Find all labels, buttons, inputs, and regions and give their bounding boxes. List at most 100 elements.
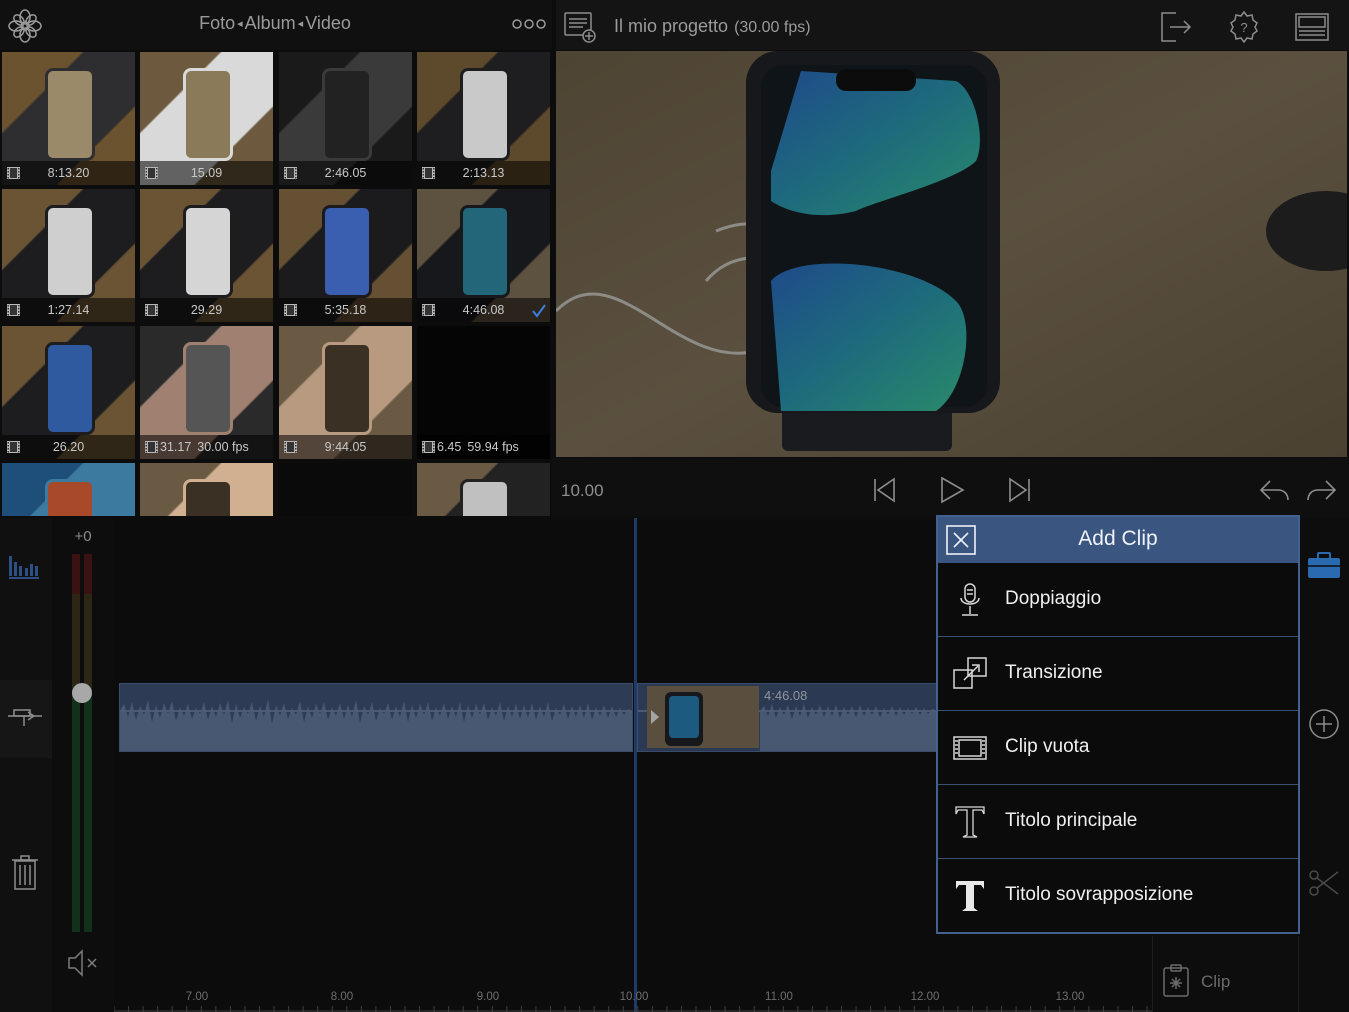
chevron-left-icon: ◂ xyxy=(237,18,243,30)
thumbnail-duration: 31.17 xyxy=(160,440,192,454)
thumbnail-device xyxy=(321,341,373,436)
ruler-label: 13.00 xyxy=(1055,991,1085,1003)
more-dots-icon[interactable] xyxy=(512,16,548,32)
media-thumbnail[interactable] xyxy=(2,463,135,516)
thumbnail-image xyxy=(279,463,412,516)
audio-track-clip[interactable] xyxy=(119,683,633,752)
thumbnail-duration: 2:46.05 xyxy=(324,166,367,180)
video-preview[interactable] xyxy=(556,51,1347,457)
menu-item-titolo-sovrapposizione[interactable]: Titolo sovrapposizione xyxy=(938,859,1298,933)
tab-album[interactable]: Album xyxy=(245,13,296,34)
trash-icon[interactable] xyxy=(10,855,40,891)
thumbnail-device xyxy=(44,478,96,516)
thumbnail-caption: 31.17 30.00 fps xyxy=(140,435,273,459)
thumbnail-duration: 29.29 xyxy=(190,303,223,317)
tab-foto[interactable]: Foto xyxy=(199,13,235,34)
clipboard-icon xyxy=(1162,964,1192,998)
thumbnail-device xyxy=(459,204,511,299)
thumbnail-device xyxy=(182,478,234,516)
right-tool-column xyxy=(1300,518,1349,1012)
thumbnail-duration: 2:13.13 xyxy=(462,166,505,180)
media-thumbnail[interactable]: 31.17 30.00 fps xyxy=(140,326,273,459)
timecode: 10.00 xyxy=(561,481,604,500)
thumbnail-caption: 15.09 xyxy=(140,161,273,185)
ruler-label: 12.00 xyxy=(910,991,940,1003)
thumbnail-fps: 30.00 fps xyxy=(197,440,249,454)
media-thumbnail[interactable]: 15.09 xyxy=(140,52,273,185)
media-thumbnail[interactable]: 2:13.13 xyxy=(417,52,550,185)
thumbnail-device xyxy=(182,341,234,436)
thumbnail-device xyxy=(182,204,234,299)
thumbnail-caption: 6.45 59.94 fps xyxy=(417,435,550,459)
menu-item-label: Titolo principale xyxy=(1005,810,1138,831)
media-thumbnail[interactable]: 8:13.20 xyxy=(2,52,135,185)
project-title[interactable]: Il mio progetto (30.00 fps) xyxy=(614,16,811,37)
thumbnail-meta: 6.45 59.94 fps xyxy=(437,435,550,459)
add-clip-icon[interactable] xyxy=(1308,708,1340,740)
thumbnail-device xyxy=(459,67,511,162)
undo-icon[interactable] xyxy=(1258,476,1290,504)
settings-help-icon[interactable]: ? xyxy=(1226,9,1262,45)
media-thumbnail[interactable]: 26.20 xyxy=(2,326,135,459)
thumbnail-device xyxy=(321,204,373,299)
layout-icon[interactable] xyxy=(1294,9,1330,45)
project-name: Il mio progetto xyxy=(614,16,729,36)
menu-item-label: Doppiaggio xyxy=(1005,588,1102,609)
media-thumbnail[interactable] xyxy=(279,463,412,516)
transition-icon xyxy=(952,656,988,692)
toolbox-icon[interactable] xyxy=(1307,552,1341,580)
media-thumbnail[interactable]: 4:46.08 xyxy=(417,189,550,322)
thumbnail-device xyxy=(44,67,96,162)
thumbnail-duration: 5:35.18 xyxy=(324,303,367,317)
media-thumbnail[interactable]: 29.29 xyxy=(140,189,273,322)
volume-label: +0 xyxy=(74,528,92,545)
menu-item-label: Clip vuota xyxy=(1005,736,1090,757)
thumbnail-duration: 1:27.14 xyxy=(47,303,90,317)
svg-text:?: ? xyxy=(1240,20,1247,35)
skip-back-icon[interactable] xyxy=(870,476,898,504)
track-split-icon[interactable] xyxy=(6,702,44,730)
scissors-icon[interactable] xyxy=(1308,868,1340,898)
skip-forward-icon[interactable] xyxy=(1006,476,1034,504)
menu-item-titolo-principale[interactable]: Titolo principale xyxy=(938,785,1298,859)
thumbnail-image xyxy=(417,463,550,516)
media-grid: 8:13.20 15.09 2:46.05 2:13.13 1:27.14 29.29 5:… xyxy=(0,50,552,516)
ruler-label: 10.00 xyxy=(619,991,649,1003)
library-tabs: Foto ◂ Album ◂ Video xyxy=(140,13,410,34)
menu-item-doppiaggio[interactable]: Doppiaggio xyxy=(938,563,1298,637)
thumbnail-caption: 26.20 xyxy=(2,435,135,459)
thumbnail-fps: 59.94 fps xyxy=(467,440,519,454)
tab-video[interactable]: Video xyxy=(305,13,351,34)
redo-icon[interactable] xyxy=(1306,476,1338,504)
menu-item-clip-vuota[interactable]: Clip vuota xyxy=(938,711,1298,785)
playhead[interactable] xyxy=(634,518,637,1012)
thumbnail-duration: 15.09 xyxy=(190,166,223,180)
media-thumbnail[interactable]: 1:27.14 xyxy=(2,189,135,322)
media-thumbnail[interactable] xyxy=(140,463,273,516)
audio-levels-icon[interactable] xyxy=(8,552,42,580)
media-thumbnail[interactable]: 9:44.05 xyxy=(279,326,412,459)
flower-logo-icon[interactable] xyxy=(8,9,42,43)
title-bold-icon xyxy=(952,878,988,914)
volume-slider[interactable] xyxy=(72,554,94,932)
media-thumbnail[interactable]: 6.45 59.94 fps xyxy=(417,326,550,459)
time-ruler[interactable]: 7.00 8.00 9.00 10.00 11.00 12.00 13.00 xyxy=(114,985,1154,1012)
clip-label: Clip xyxy=(1201,972,1231,991)
media-thumbnail[interactable]: 2:46.05 xyxy=(279,52,412,185)
close-icon[interactable] xyxy=(946,525,976,555)
media-thumbnail[interactable] xyxy=(417,463,550,516)
chevron-left-icon: ◂ xyxy=(297,18,304,30)
thumbnail-image xyxy=(140,463,273,516)
media-thumbnail[interactable]: 5:35.18 xyxy=(279,189,412,322)
project-list-icon[interactable] xyxy=(563,10,597,44)
mute-icon[interactable] xyxy=(66,948,100,978)
menu-item-transizione[interactable]: Transizione xyxy=(938,637,1298,711)
play-icon[interactable] xyxy=(938,476,966,504)
clip-duration: 4:46.08 xyxy=(764,688,808,703)
title-outline-icon xyxy=(952,804,988,840)
thumbnail-caption: 2:46.05 xyxy=(279,161,412,185)
timeline-tools xyxy=(0,518,52,1012)
thumbnail-caption: 8:13.20 xyxy=(2,161,135,185)
export-icon[interactable] xyxy=(1158,9,1194,45)
thumbnail-meta: 31.17 30.00 fps xyxy=(160,435,273,459)
